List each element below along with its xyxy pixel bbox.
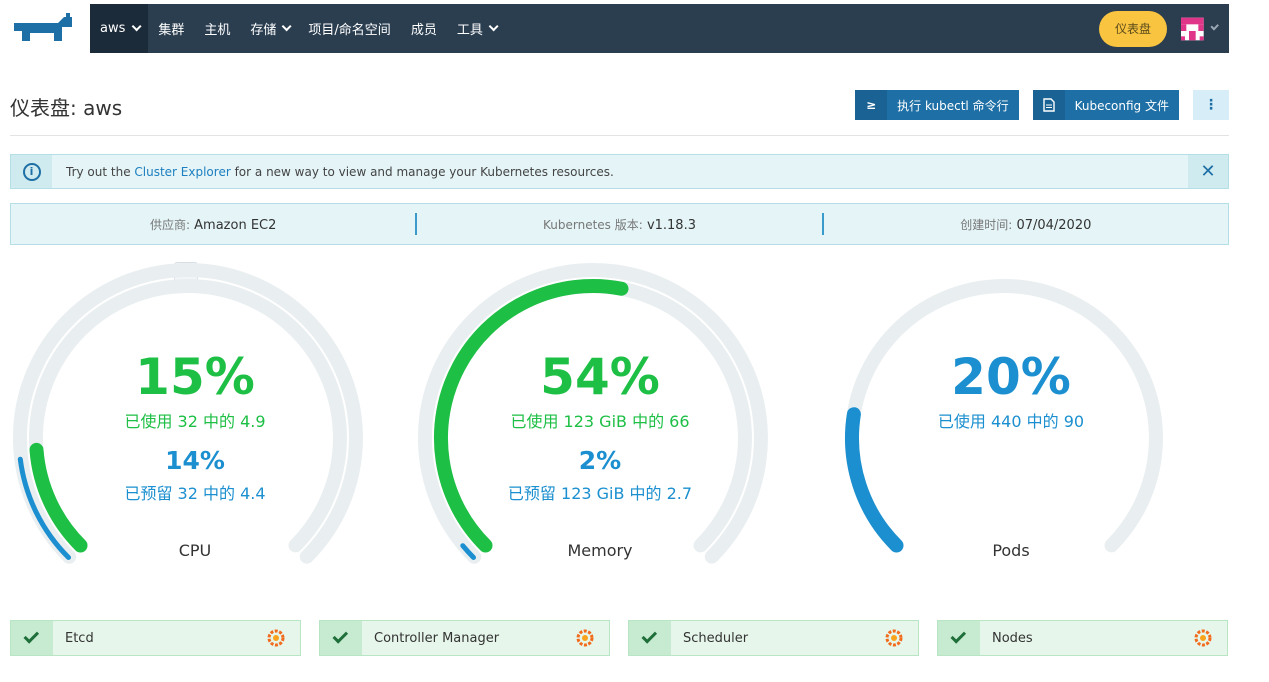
grafana-icon[interactable] <box>884 628 904 648</box>
cpu-reserved-percent: 14% <box>165 446 225 475</box>
more-actions-button[interactable]: ⋮ <box>1193 90 1229 120</box>
pods-used-text: 已使用 440 中的 90 <box>937 412 1085 431</box>
pods-gauge: 20% 已使用 440 中的 90 Pods <box>816 258 1206 578</box>
chevron-down-icon <box>488 21 499 32</box>
check-icon <box>938 621 980 655</box>
chevron-down-icon <box>282 21 292 32</box>
memory-used-percent: 54% <box>540 348 660 406</box>
grafana-icon[interactable] <box>1193 628 1213 648</box>
cpu-used-text: 已使用 32 中的 4.9 <box>124 412 266 431</box>
chevron-down-icon <box>132 21 142 32</box>
component-name: Etcd <box>65 630 94 646</box>
kubeconfig-button[interactable]: Kubeconfig 文件 <box>1032 90 1179 120</box>
rancher-logo-icon <box>14 12 72 41</box>
cpu-label: CPU <box>178 541 212 560</box>
grafana-icon[interactable] <box>266 628 286 648</box>
banner-message: Try out the Cluster Explorer for a new w… <box>66 164 614 179</box>
nav-hosts[interactable]: 主机 <box>194 4 240 53</box>
chevron-down-icon <box>1210 22 1219 31</box>
cpu-gauge: 15% 已使用 32 中的 4.9 14% 已预留 32 中的 4.4 CPU <box>0 258 390 578</box>
component-name: Nodes <box>992 630 1033 646</box>
provider-info: 供应商: Amazon EC2 <box>149 217 277 233</box>
top-navbar: aws 集群 主机 存储 项目/命名空间 成员 工具 仪表盘 <box>10 4 1229 53</box>
component-name: Controller Manager <box>374 630 500 646</box>
memory-label: Memory <box>567 541 633 560</box>
close-icon[interactable]: ✕ <box>1188 155 1228 188</box>
memory-reserved-text: 已预留 123 GiB 中的 2.7 <box>507 484 693 503</box>
cluster-name: aws <box>100 21 126 36</box>
pods-label: Pods <box>992 541 1030 560</box>
nav-storage[interactable]: 存储 <box>240 4 298 53</box>
dashboard-button[interactable]: 仪表盘 <box>1098 10 1167 47</box>
check-icon <box>629 621 671 655</box>
created-info: 创建时间: 07/04/2020 <box>960 217 1092 233</box>
cluster-selector[interactable]: aws <box>90 4 149 53</box>
nav-projects[interactable]: 项目/命名空间 <box>298 4 400 53</box>
cluster-explorer-link[interactable]: Cluster Explorer <box>134 165 230 179</box>
cluster-explorer-banner: i Try out the Cluster Explorer for a new… <box>10 154 1229 189</box>
k8s-version-info: Kubernetes 版本: v1.18.3 <box>543 217 696 233</box>
info-icon: i <box>22 162 41 181</box>
user-avatar-menu[interactable] <box>1181 12 1219 46</box>
main-nav: 集群 主机 存储 项目/命名空间 成员 工具 <box>148 4 504 53</box>
controller-manager-status: Controller Manager <box>319 620 610 656</box>
cluster-info-bar: 供应商: Amazon EC2 Kubernetes 版本: v1.18.3 创… <box>10 203 1229 245</box>
terminal-icon: ≥ <box>855 90 888 120</box>
check-icon <box>11 621 53 655</box>
page-title: 仪表盘: aws <box>10 96 123 120</box>
divider <box>10 135 1229 136</box>
nav-tools[interactable]: 工具 <box>447 4 505 53</box>
grafana-icon[interactable] <box>575 628 595 648</box>
nav-members[interactable]: 成员 <box>401 4 447 53</box>
nodes-status: Nodes <box>937 620 1228 656</box>
nav-cluster[interactable]: 集群 <box>148 4 194 53</box>
cpu-used-percent: 15% <box>135 348 255 406</box>
kubectl-button[interactable]: ≥ 执行 kubectl 命令行 <box>855 90 1019 120</box>
used-arc <box>845 407 904 553</box>
file-icon <box>1032 90 1065 120</box>
memory-used-text: 已使用 123 GiB 中的 66 <box>510 412 690 431</box>
cpu-reserved-text: 已预留 32 中的 4.4 <box>124 484 266 503</box>
memory-gauge: 54% 已使用 123 GiB 中的 66 2% 已预留 123 GiB 中的 … <box>405 258 795 578</box>
avatar <box>1181 17 1204 40</box>
nav-right: 仪表盘 <box>1098 10 1229 47</box>
rancher-logo[interactable] <box>10 4 90 53</box>
page-toolbar: ≥ 执行 kubectl 命令行 Kubeconfig 文件 ⋮ <box>855 90 1229 120</box>
info-icon-wrap: i <box>11 155 52 188</box>
component-name: Scheduler <box>683 630 749 646</box>
memory-reserved-percent: 2% <box>578 446 622 475</box>
pods-used-percent: 20% <box>951 348 1071 406</box>
scheduler-status: Scheduler <box>628 620 919 656</box>
etcd-status: Etcd <box>10 620 301 656</box>
check-icon <box>320 621 362 655</box>
